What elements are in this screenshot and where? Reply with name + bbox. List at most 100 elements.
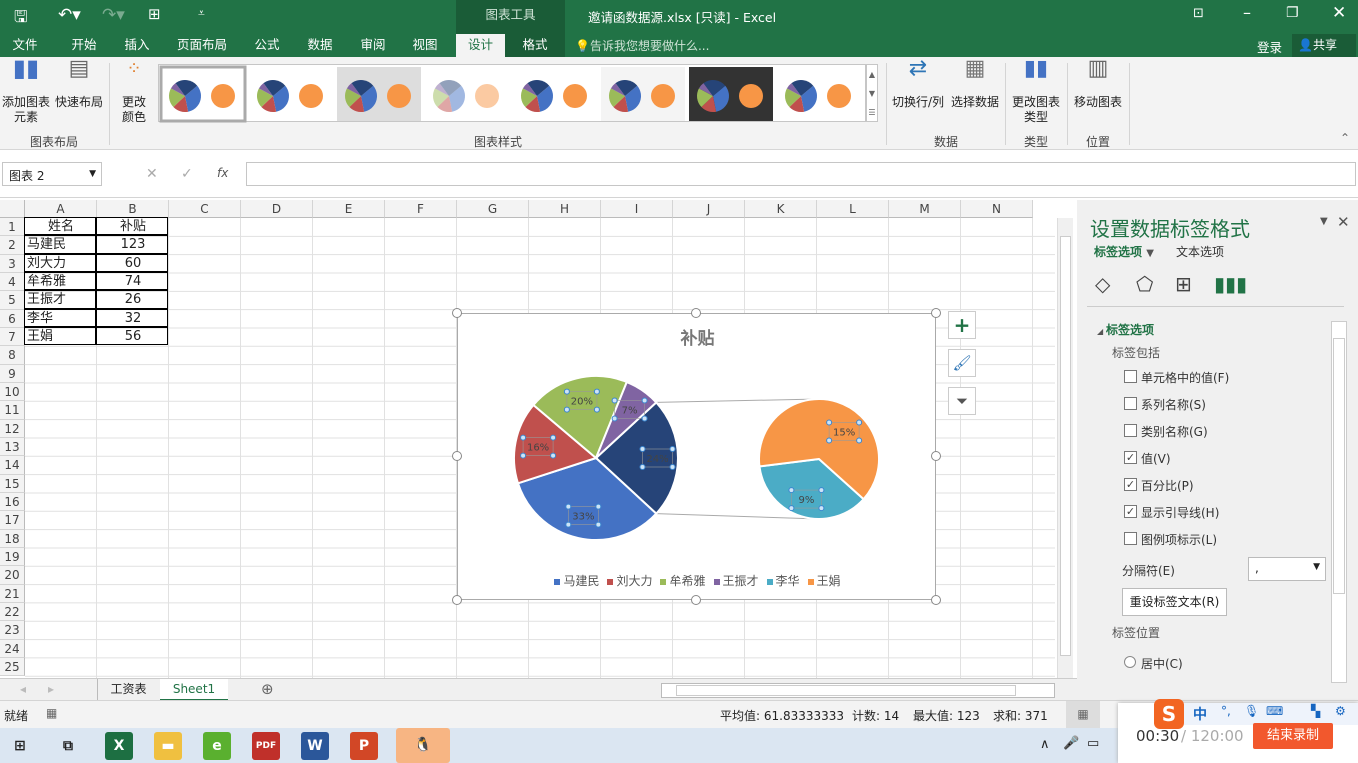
change-colors-button[interactable]: ⁘ 更改颜色 (113, 60, 155, 125)
column-header-D[interactable]: D (241, 200, 313, 218)
row-header-14[interactable]: 14 (0, 456, 25, 475)
checkbox-option[interactable]: ✓ (1124, 478, 1137, 491)
checkbox-option[interactable] (1124, 370, 1137, 383)
quick-layout-button[interactable]: ▤ 快速布局 (54, 58, 104, 110)
pane-options-chevron-icon[interactable]: ▼ (1320, 216, 1328, 227)
cell-A1[interactable]: 姓名 (24, 217, 96, 236)
tab-label-options[interactable]: 标签选项 ▼ (1094, 243, 1154, 260)
fill-line-icon[interactable]: ◇ (1095, 272, 1110, 296)
row-header-21[interactable]: 21 (0, 584, 25, 603)
row-header-20[interactable]: 20 (0, 566, 25, 585)
column-header-K[interactable]: K (745, 200, 817, 218)
ribbon-display-icon[interactable]: ⊡ (1193, 6, 1204, 21)
column-header-M[interactable]: M (889, 200, 961, 218)
microphone-tray-icon[interactable]: 🎤 (1063, 736, 1079, 751)
column-header-B[interactable]: B (97, 200, 169, 218)
vertical-scroll-thumb[interactable] (1060, 236, 1071, 656)
tab-formulas[interactable]: 公式 (246, 34, 288, 57)
resize-handle[interactable] (931, 451, 941, 461)
save-icon[interactable]: 🖫 (14, 6, 28, 33)
row-header-10[interactable]: 10 (0, 382, 25, 402)
stop-recording-button[interactable]: 结束录制 (1253, 723, 1333, 749)
restore-icon[interactable]: ❐ (1286, 5, 1299, 21)
column-header-N[interactable]: N (961, 200, 1033, 218)
undo-icon[interactable]: ↶▾ (58, 5, 81, 25)
column-header-L[interactable]: L (817, 200, 889, 218)
row-header-11[interactable]: 11 (0, 401, 25, 420)
resize-handle[interactable] (452, 451, 462, 461)
row-header-8[interactable]: 8 (0, 346, 25, 365)
ie-browser-icon[interactable]: e (203, 732, 231, 760)
resize-handle[interactable] (691, 595, 701, 605)
chart-filter-icon[interactable]: ⏷ (948, 387, 976, 415)
cell-A6[interactable]: 李华 (24, 308, 96, 327)
row-header-17[interactable]: 17 (0, 511, 25, 530)
enter-icon[interactable]: ✓ (181, 166, 193, 182)
separator-select[interactable]: , ▼ (1248, 557, 1326, 581)
section-label-options[interactable]: ◢ 标签选项 (1097, 321, 1154, 338)
powerpoint-taskbar-icon[interactable]: P (350, 732, 378, 760)
cell-B1[interactable]: 补贴 (96, 217, 168, 236)
resize-handle[interactable] (452, 595, 462, 605)
cell-A3[interactable]: 刘大力 (24, 253, 96, 272)
login-link[interactable]: 登录 (1257, 37, 1282, 56)
checkbox-option[interactable] (1124, 424, 1137, 437)
checkbox-option[interactable]: ✓ (1124, 451, 1137, 464)
column-header-I[interactable]: I (601, 200, 673, 218)
cell-B2[interactable]: 123 (96, 235, 168, 254)
prev-sheet-icon[interactable]: ◂ (20, 682, 26, 696)
horizontal-scrollbar[interactable] (661, 683, 1055, 698)
next-sheet-icon[interactable]: ▸ (48, 682, 54, 696)
cancel-icon[interactable]: ✕ (146, 166, 158, 182)
minimize-icon[interactable]: – (1243, 3, 1251, 22)
row-header-25[interactable]: 25 (0, 657, 25, 677)
customize-qat-icon[interactable]: ⩡ (198, 6, 205, 21)
reset-label-text-button[interactable]: 重设标签文本(R) (1122, 588, 1227, 616)
touch-mode-icon[interactable]: ⊞ (148, 5, 161, 23)
cell-A5[interactable]: 王振才 (24, 290, 96, 309)
tab-design[interactable]: 设计 (456, 34, 505, 57)
chart-styles-brush-icon[interactable]: 🖌 (948, 349, 976, 377)
formula-input[interactable] (246, 162, 1356, 186)
tab-insert[interactable]: 插入 (113, 34, 161, 57)
column-header-F[interactable]: F (385, 200, 457, 218)
settings-icon[interactable]: ⚙ (1335, 704, 1346, 718)
move-chart-button[interactable]: ▥ 移动图表 (1070, 58, 1126, 110)
resize-handle[interactable] (452, 308, 462, 318)
word-taskbar-icon[interactable]: W (301, 732, 329, 760)
redo-icon[interactable]: ↷▾ (102, 5, 125, 25)
radio-center[interactable] (1124, 656, 1136, 668)
punctuation-icon[interactable]: °, (1221, 704, 1231, 718)
row-header-15[interactable]: 15 (0, 474, 25, 493)
select-data-button[interactable]: ▦ 选择数据 (948, 58, 1002, 110)
change-chart-type-button[interactable]: ▮▮ 更改图表类型 (1008, 58, 1064, 125)
cell-B3[interactable]: 60 (96, 253, 168, 272)
tab-page-layout[interactable]: 页面布局 (170, 34, 234, 57)
file-explorer-icon[interactable]: ▬ (154, 732, 182, 760)
resize-handle[interactable] (931, 595, 941, 605)
cell-B4[interactable]: 74 (96, 271, 168, 291)
pdf-app-icon[interactable]: PDF (252, 732, 280, 760)
cell-B7[interactable]: 56 (96, 326, 168, 346)
tab-review[interactable]: 审阅 (352, 34, 394, 57)
tab-home[interactable]: 开始 (60, 34, 108, 57)
row-header-12[interactable]: 12 (0, 419, 25, 438)
cell-A7[interactable]: 王娟 (24, 326, 96, 346)
name-box[interactable]: 图表 2 ▼ (2, 162, 102, 186)
row-header-7[interactable]: 7 (0, 327, 25, 347)
select-all-corner[interactable] (0, 200, 25, 218)
row-header-9[interactable]: 9 (0, 364, 25, 383)
column-header-A[interactable]: A (25, 200, 97, 218)
gallery-scroll[interactable]: ▲ ▼ ☰ (866, 64, 878, 122)
excel-taskbar-icon[interactable]: X (105, 732, 133, 760)
row-header-24[interactable]: 24 (0, 639, 25, 658)
row-header-16[interactable]: 16 (0, 492, 25, 512)
keyboard-icon[interactable]: ⌨ (1266, 704, 1283, 718)
checkbox-option[interactable]: ✓ (1124, 505, 1137, 518)
tab-format[interactable]: 格式 (505, 34, 565, 57)
tab-data[interactable]: 数据 (298, 34, 342, 57)
row-header-1[interactable]: 1 (0, 218, 25, 237)
add-sheet-icon[interactable]: ⊕ (261, 680, 274, 698)
pane-close-icon[interactable]: ✕ (1337, 213, 1350, 231)
row-header-22[interactable]: 22 (0, 602, 25, 622)
